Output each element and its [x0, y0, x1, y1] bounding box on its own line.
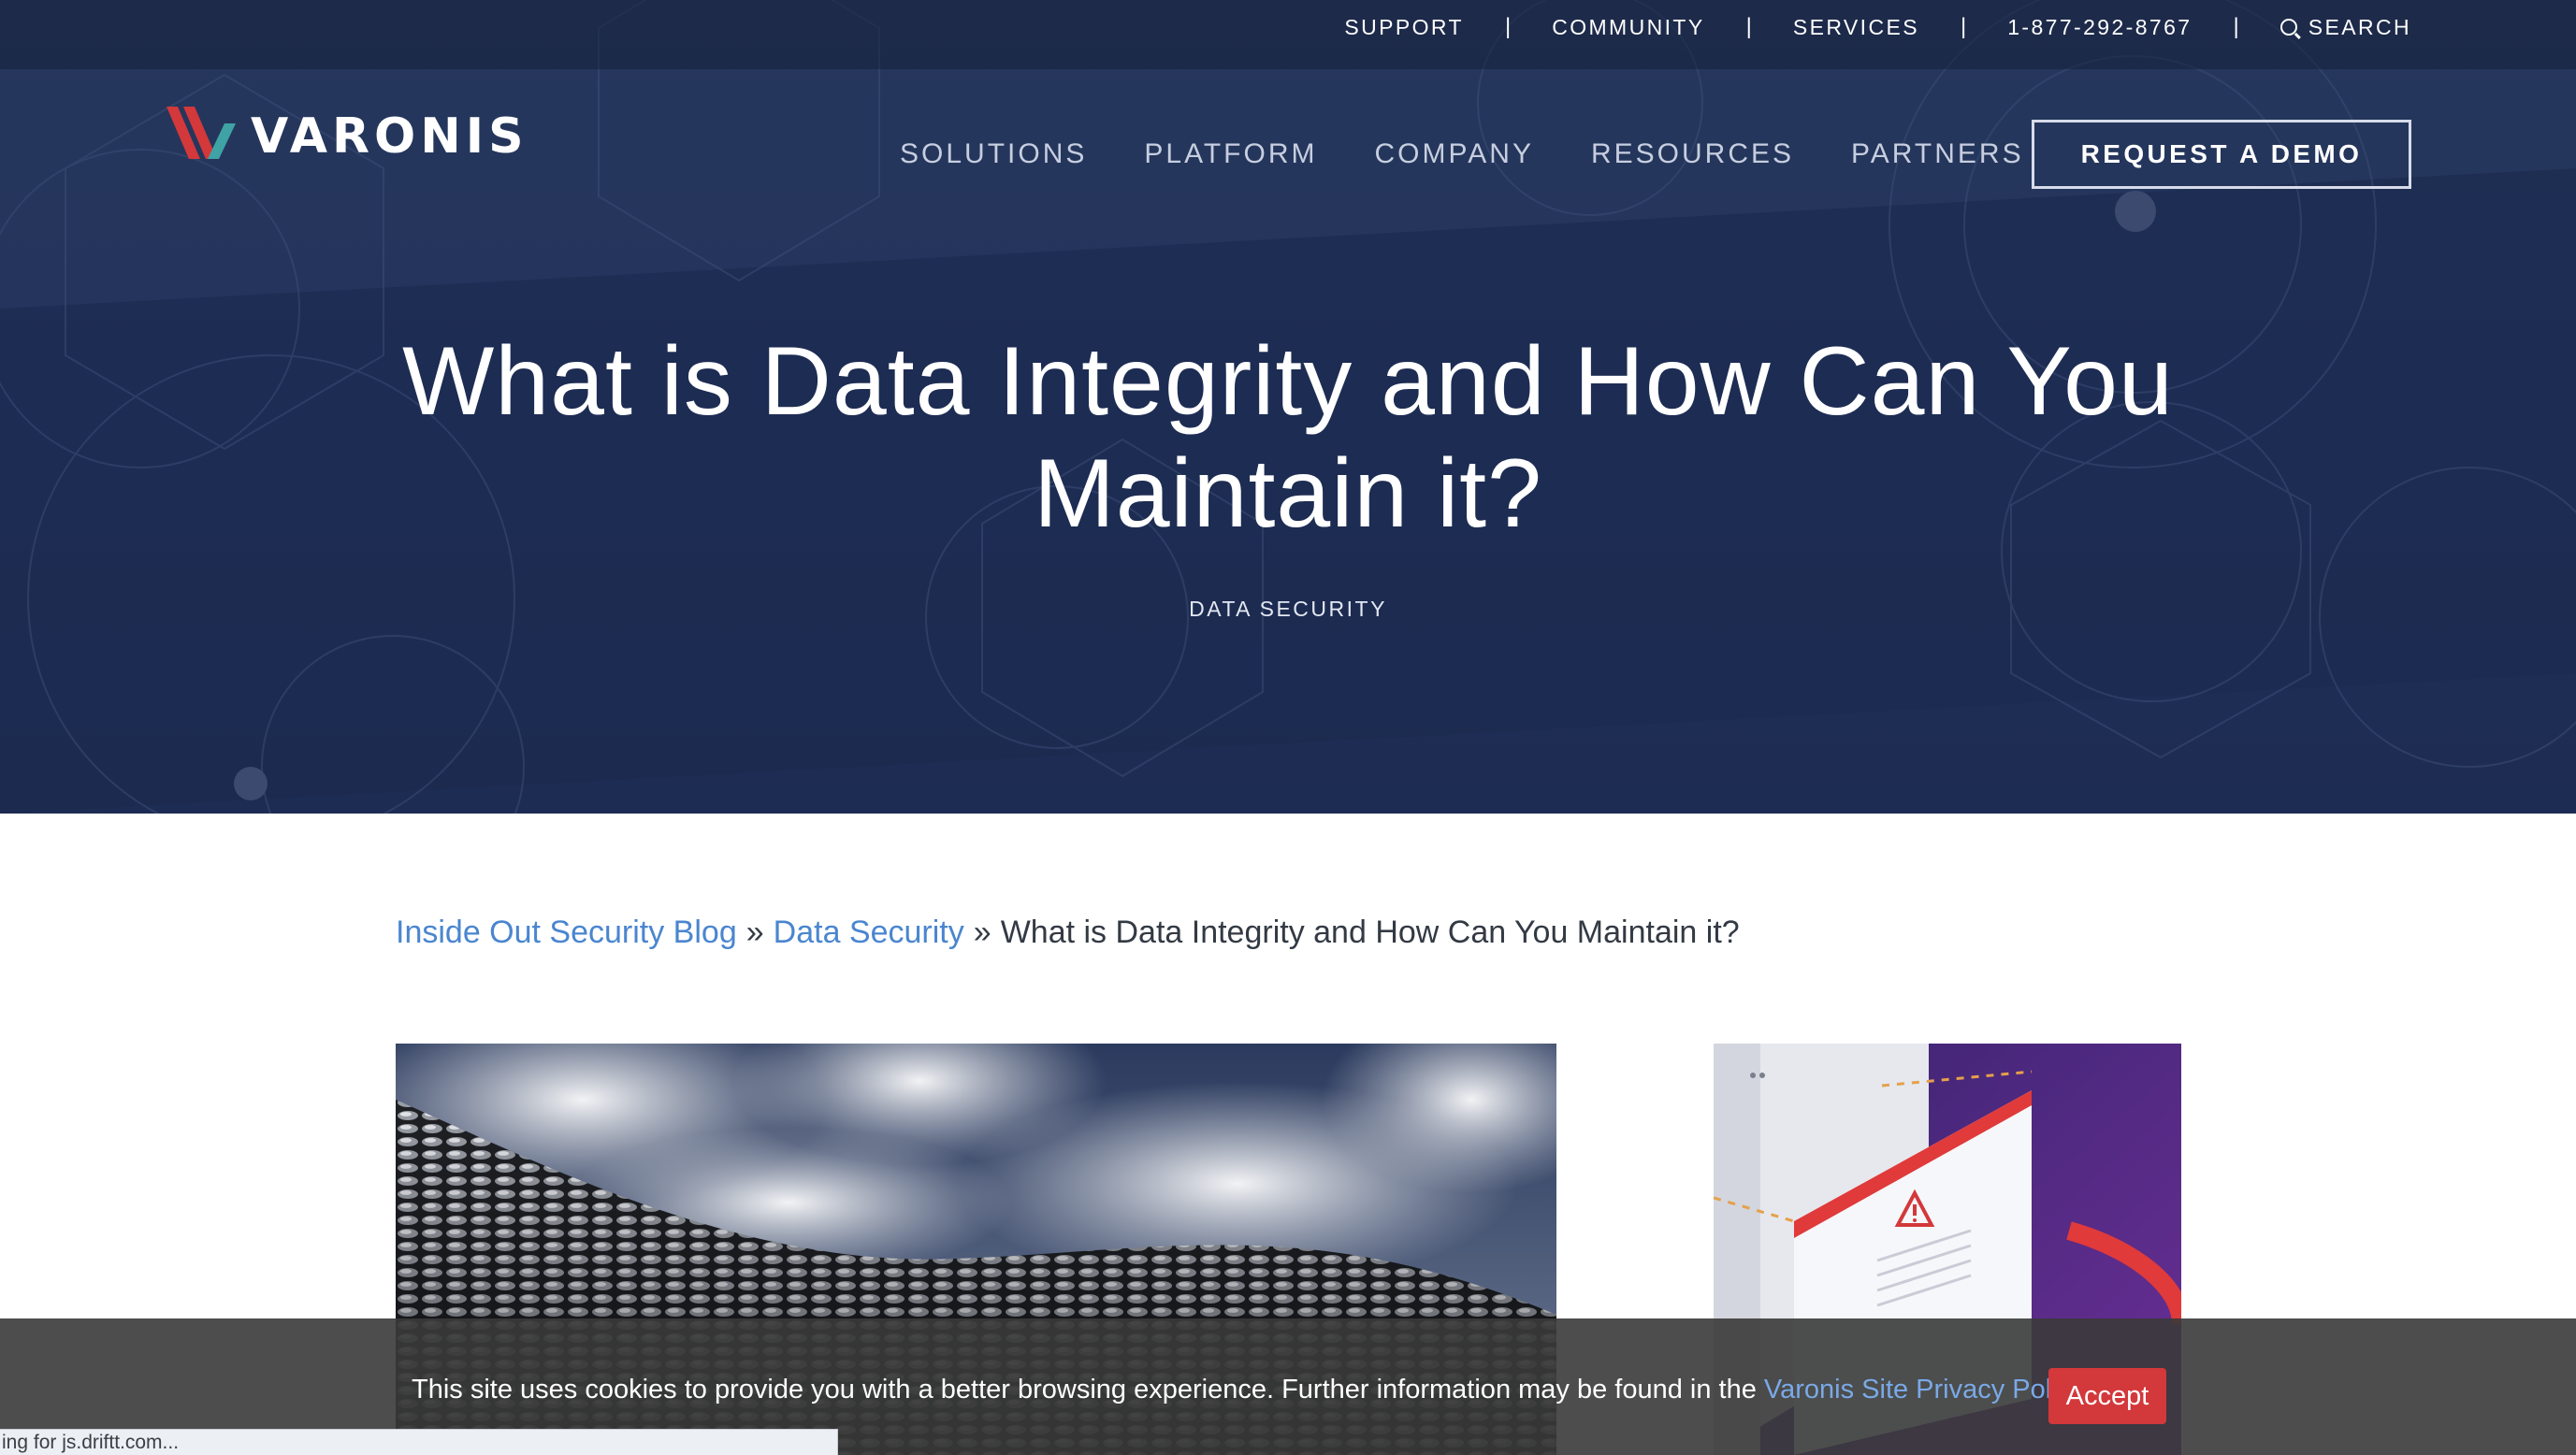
cookie-message-text: This site uses cookies to provide you wi… [412, 1375, 1757, 1405]
page-title: What is Data Integrity and How Can You M… [402, 327, 2174, 548]
phone-link[interactable]: 1-877-292-8767 [2007, 15, 2192, 40]
breadcrumb-separator: » [973, 915, 991, 950]
utility-separator: | [1745, 14, 1752, 39]
utility-separator: | [1504, 14, 1512, 39]
cookie-message: This site uses cookies to provide you wi… [412, 1375, 2085, 1405]
accept-cookies-button[interactable]: Accept [2048, 1368, 2166, 1424]
varonis-logo-mark-icon [166, 107, 236, 159]
breadcrumb-blog-link[interactable]: Inside Out Security Blog [396, 915, 737, 950]
search-label: SEARCH [2308, 14, 2411, 39]
varonis-logo[interactable]: VARONIS [165, 103, 528, 170]
support-link[interactable]: SUPPORT [1344, 15, 1464, 40]
browser-status-bar: ing for js.driftt.com... [0, 1429, 838, 1455]
breadcrumb-current: What is Data Integrity and How Can You M… [1000, 915, 1740, 950]
nav-platform[interactable]: PLATFORM [1144, 138, 1317, 170]
privacy-policy-link[interactable]: Varonis Site Privacy Policy [1764, 1375, 2085, 1405]
search-icon [2279, 19, 2297, 36]
services-link[interactable]: SERVICES [1793, 15, 1919, 40]
request-demo-button[interactable]: REQUEST A DEMO [2032, 120, 2411, 189]
utility-separator: | [1960, 14, 1967, 39]
utility-bar: SUPPORT | COMMUNITY | SERVICES | 1-877-2… [0, 0, 2576, 69]
breadcrumb-separator: » [745, 915, 764, 950]
community-link[interactable]: COMMUNITY [1552, 15, 1704, 40]
nav-company[interactable]: COMPANY [1375, 138, 1534, 170]
logo-wordmark: VARONIS [251, 108, 528, 165]
nav-partners[interactable]: PARTNERS [1851, 138, 2024, 170]
breadcrumb-data-security-link[interactable]: Data Security [774, 915, 964, 950]
hero-banner: SUPPORT | COMMUNITY | SERVICES | 1-877-2… [0, 0, 2576, 814]
category-tag[interactable]: DATA SECURITY [0, 597, 2576, 622]
nav-resources[interactable]: RESOURCES [1591, 138, 1794, 170]
main-nav: SOLUTIONS PLATFORM COMPANY RESOURCES PAR… [900, 133, 2024, 176]
nav-solutions[interactable]: SOLUTIONS [900, 138, 1087, 170]
utility-separator: | [2233, 14, 2239, 39]
utility-nav: SUPPORT | COMMUNITY | SERVICES | 1-877-2… [1344, 0, 2411, 54]
search-link[interactable]: SEARCH [2279, 14, 2411, 40]
breadcrumb: Inside Out Security Blog» Data Security» W… [396, 915, 1740, 951]
